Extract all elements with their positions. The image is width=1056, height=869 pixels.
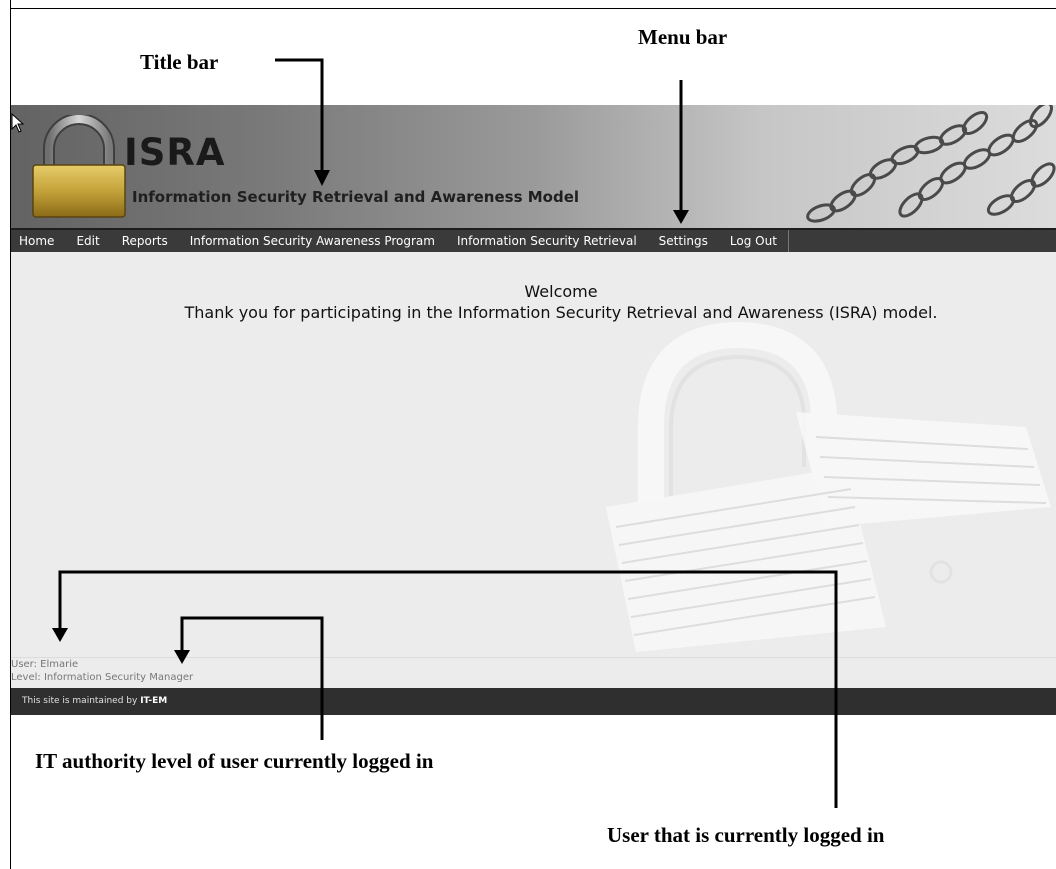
title-bar: ISRA Information Security Retrieval and … [11, 105, 1056, 228]
menu-item-reports[interactable]: Reports [111, 230, 179, 252]
menu-item-home[interactable]: Home [11, 230, 65, 252]
menu-item-log-out[interactable]: Log Out [719, 230, 788, 252]
menu-item-security-retrieval[interactable]: Information Security Retrieval [446, 230, 648, 252]
main-content: Welcome Thank you for participating in t… [11, 252, 1056, 657]
app-title: ISRA [124, 131, 226, 174]
isra-app-screenshot: ISRA Information Security Retrieval and … [11, 105, 1056, 715]
menu-item-awareness-program[interactable]: Information Security Awareness Program [179, 230, 446, 252]
footer-prefix: This site is maintained by [22, 696, 138, 706]
welcome-message: Thank you for participating in the Infor… [184, 303, 938, 322]
current-user: User: Elmarie [11, 659, 79, 670]
footer-org: IT-EM [140, 696, 168, 706]
app-subtitle: Information Security Retrieval and Aware… [132, 188, 580, 206]
current-user-annotation: User that is currently logged in [607, 823, 885, 847]
user-info: User: Elmarie Level: Information Securit… [11, 657, 1056, 688]
frame-top-border [10, 8, 1056, 9]
menu: Home Edit Reports Information Security A… [11, 230, 789, 252]
authority-level-annotation: IT authority level of user currently log… [35, 749, 434, 773]
user-level: Level: Information Security Manager [11, 672, 194, 683]
welcome-heading: Welcome [524, 282, 598, 301]
menu-bar-annotation: Menu bar [638, 25, 728, 49]
cursor-icon [11, 113, 25, 133]
padlock-icon [32, 115, 126, 218]
menu-item-settings[interactable]: Settings [648, 230, 719, 252]
footer: This site is maintained by IT-EM [11, 688, 1056, 715]
padlock-watermark [606, 321, 1051, 652]
chains-image [806, 105, 1056, 223]
menu-item-edit[interactable]: Edit [65, 230, 110, 252]
title-bar-annotation: Title bar [140, 50, 219, 74]
menu-bar: Home Edit Reports Information Security A… [11, 228, 1056, 252]
footer-text: This site is maintained by IT-EM [22, 696, 167, 706]
